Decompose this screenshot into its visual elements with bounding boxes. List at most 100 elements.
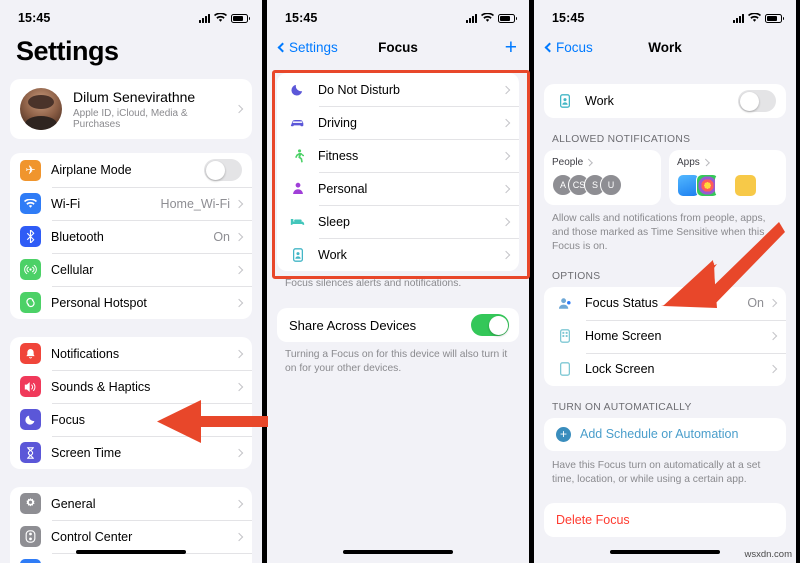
chevron-right-icon (234, 232, 244, 241)
nav-title: Work (648, 39, 682, 55)
options-row-lock-screen[interactable]: Lock Screen (544, 352, 786, 386)
work-focus-row[interactable]: Work (544, 84, 786, 118)
chevron-right-icon (234, 499, 244, 508)
status-bar-time: 15:45 (552, 11, 585, 25)
row-label: Work (318, 247, 347, 262)
panel-divider (796, 0, 800, 563)
car-icon (287, 112, 308, 133)
status-bar-time: 15:45 (285, 11, 318, 25)
status-bar-indicators (199, 13, 250, 23)
plus-icon[interactable]: + (505, 37, 517, 58)
nav-title: Focus (378, 39, 418, 55)
row-label: Cellular (51, 262, 94, 277)
row-label: Personal Hotspot (51, 295, 147, 310)
work-focus-toggle[interactable] (738, 90, 776, 112)
share-across-devices-card: Share Across Devices (277, 308, 519, 343)
chevron-right-icon (234, 265, 244, 274)
home-screen-icon (554, 326, 575, 347)
bell-icon (20, 343, 41, 364)
turn-on-automatically-header: TURN ON AUTOMATICALLY (552, 401, 692, 413)
moon-icon (20, 409, 41, 430)
add-schedule-row[interactable]: + Add Schedule or Automation (544, 418, 786, 451)
focus-footnote: Focus silences alerts and notifications. (285, 278, 462, 289)
profile-row[interactable]: Dilum Senevirathne Apple ID, iCloud, Med… (10, 79, 252, 139)
row-label: Control Center (51, 529, 133, 544)
options-row-focus-status[interactable]: Focus Status On (544, 287, 786, 320)
people-avatars: A CS S U (552, 174, 653, 196)
battery-icon (231, 13, 250, 23)
delete-focus-button[interactable]: Delete Focus (544, 503, 786, 537)
chevron-right-icon (585, 158, 594, 167)
settings-row-airplane-mode[interactable]: ✈ Airplane Mode (10, 153, 252, 187)
settings-row-bluetooth[interactable]: Bluetooth On (10, 220, 252, 253)
chevron-right-icon (768, 364, 778, 374)
share-across-devices-toggle[interactable] (471, 314, 509, 337)
focus-row-sleep[interactable]: Sleep (277, 205, 519, 238)
chevron-right-icon (234, 104, 244, 114)
battery-icon (765, 13, 784, 23)
auto-footnote: Have this Focus turn on automatically at… (552, 459, 761, 485)
share-across-devices-row[interactable]: Share Across Devices (277, 308, 519, 342)
settings-row-cellular[interactable]: Cellular (10, 253, 252, 286)
hourglass-icon (20, 442, 41, 463)
focus-row-personal[interactable]: Personal (277, 172, 519, 205)
airplane-mode-toggle[interactable] (204, 159, 242, 181)
focus-status-icon (554, 293, 575, 314)
chevron-right-icon (234, 415, 244, 424)
chevron-right-icon (501, 184, 511, 193)
focus-row-fitness[interactable]: Fitness (277, 139, 519, 172)
settings-row-wifi[interactable]: Wi-Fi Home_Wi-Fi (10, 187, 252, 220)
focus-row-driving[interactable]: Driving (277, 106, 519, 139)
apps-card[interactable]: Apps (669, 150, 786, 205)
screenshot-stage: 15:45 Settings Dilum Senevirathne Apple … (0, 0, 800, 563)
chevron-right-icon (234, 382, 244, 391)
chevron-right-icon (234, 199, 244, 208)
wifi-icon (748, 13, 761, 22)
delete-focus-card[interactable]: Delete Focus (544, 503, 786, 538)
options-card: Focus Status On Home Screen Lock Screen (544, 286, 786, 386)
settings-row-display-brightness[interactable]: AA Display & Brightness (10, 553, 252, 563)
row-label: Personal (318, 181, 368, 196)
clock-icon (734, 174, 757, 197)
battery-icon (498, 13, 517, 23)
options-row-home-screen[interactable]: Home Screen (544, 319, 786, 353)
settings-row-personal-hotspot[interactable]: Personal Hotspot (10, 286, 252, 319)
focus-row-do-not-disturb[interactable]: Do Not Disturb (277, 73, 519, 106)
status-bar-time: 15:45 (18, 11, 51, 25)
chevron-right-icon (234, 532, 244, 541)
display-icon: AA (20, 559, 41, 563)
profile-subtitle: Apple ID, iCloud, Media & Purchases (73, 107, 188, 130)
work-badge-icon (287, 244, 308, 265)
cellular-icon (20, 259, 41, 280)
nav-bar: Settings Focus + (267, 30, 529, 64)
row-label: Do Not Disturb (318, 82, 400, 97)
settings-row-screen-time[interactable]: Screen Time (10, 436, 252, 469)
row-label: Work (585, 94, 614, 108)
row-label: Airplane Mode (51, 163, 132, 177)
people-card[interactable]: People A CS S U (544, 150, 661, 205)
settings-row-control-center[interactable]: Control Center (10, 520, 252, 553)
wifi-icon (481, 13, 494, 22)
focus-list-screen: 15:45 Settings Focus + Do Not Disturb Dr… (267, 0, 529, 563)
add-schedule-card[interactable]: + Add Schedule or Automation (544, 417, 786, 451)
row-label: Fitness (318, 148, 359, 163)
apps-card-header: Apps (677, 157, 778, 168)
focus-modes-card: Do Not Disturb Driving Fitness Personal … (277, 73, 519, 271)
settings-row-focus[interactable]: Focus (10, 403, 252, 436)
chevron-right-icon (501, 118, 511, 127)
focus-row-work[interactable]: Work (277, 238, 519, 271)
settings-row-sounds-haptics[interactable]: Sounds & Haptics (10, 370, 252, 403)
profile-card[interactable]: Dilum Senevirathne Apple ID, iCloud, Med… (10, 79, 252, 139)
chevron-right-icon (701, 158, 710, 167)
lock-screen-icon (554, 359, 575, 380)
row-label: Bluetooth (51, 229, 104, 244)
watermark: wsxdn.com (744, 549, 792, 560)
options-header: OPTIONS (552, 270, 601, 282)
settings-row-notifications[interactable]: Notifications (10, 337, 252, 370)
row-label: Wi-Fi (51, 196, 81, 211)
chevron-right-icon (234, 298, 244, 307)
gear-icon (20, 493, 41, 514)
status-bar: 15:45 (267, 0, 529, 30)
settings-row-general[interactable]: General (10, 487, 252, 520)
panel-divider (529, 0, 534, 563)
